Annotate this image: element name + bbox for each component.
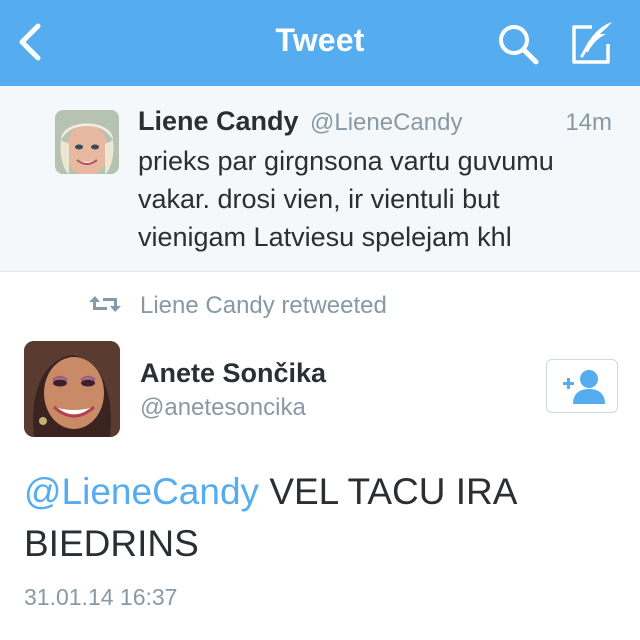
author-handle[interactable]: @LieneCandy	[310, 109, 462, 137]
avatar[interactable]	[55, 110, 119, 174]
avatar-image	[24, 341, 120, 437]
page-title: Tweet	[275, 22, 365, 58]
author-name[interactable]: Anete Sončika	[140, 358, 326, 389]
compose-button[interactable]	[568, 18, 618, 66]
search-button[interactable]	[496, 22, 540, 66]
avatar[interactable]	[24, 341, 120, 437]
tweet-time: 14m	[565, 109, 612, 136]
mention-link[interactable]: @LieneCandy	[24, 471, 259, 512]
author-handle[interactable]: @anetesoncika	[140, 394, 306, 422]
compose-icon	[572, 22, 612, 64]
top-navbar: Tweet	[0, 0, 640, 86]
retweet-icon	[89, 296, 121, 312]
tweet-timestamp: 31.01.14 16:37	[24, 584, 178, 610]
search-icon	[499, 25, 539, 65]
avatar-image	[55, 110, 119, 174]
follow-button[interactable]	[546, 359, 618, 413]
tweet-text: prieks par girgnsona vartu guvumu vakar.…	[138, 146, 554, 252]
add-user-icon	[563, 370, 605, 404]
retweet-label[interactable]: Liene Candy retweeted	[140, 292, 387, 320]
tweet-text: @LieneCandy VEL TACU IRA BIEDRINS	[24, 466, 614, 570]
author-name[interactable]: Liene Candy	[138, 106, 299, 137]
parent-tweet[interactable]: Liene Candy @LieneCandy 14m prieks par g…	[0, 86, 640, 272]
